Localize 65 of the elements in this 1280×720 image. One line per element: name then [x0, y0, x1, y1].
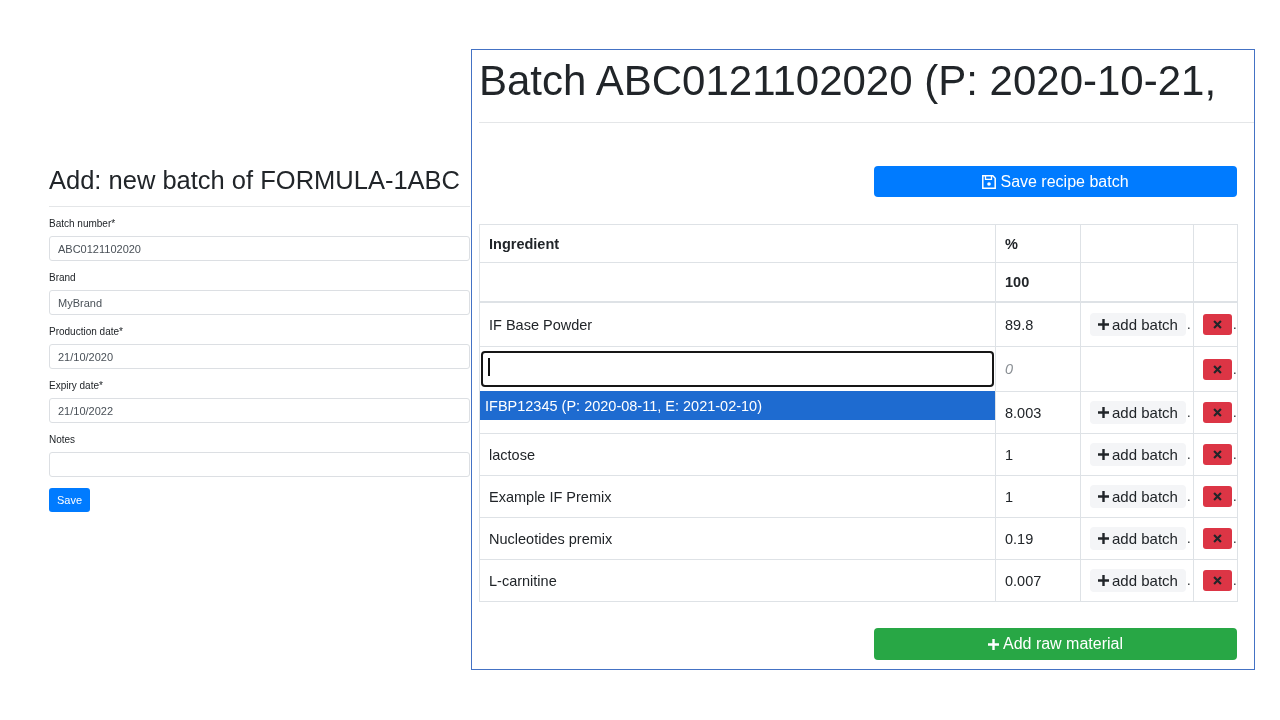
save-button[interactable]: Save [49, 488, 91, 512]
batch-title: Batch ABC0121102020 (P: 2020-10-21, [479, 56, 1218, 106]
save-recipe-batch-button[interactable]: Save recipe batch [874, 166, 1237, 197]
input-field[interactable]: MyBrand [49, 290, 470, 315]
overflow-dot: . [1186, 447, 1191, 462]
overflow-dot: . [1233, 361, 1237, 377]
plus-icon [1098, 449, 1109, 460]
remove-button[interactable] [1203, 358, 1232, 380]
add-batch-button[interactable]: add batch [1090, 569, 1186, 592]
table-cell: 1 [995, 433, 1081, 476]
plus-icon [1098, 575, 1109, 586]
add-batch-button[interactable]: add batch [1090, 527, 1186, 550]
ingredient-search-field[interactable] [481, 350, 994, 387]
column-header: Ingredient [479, 224, 996, 263]
close-icon [1213, 576, 1222, 585]
overflow-dot: . [1186, 573, 1191, 588]
overflow-dot: . [1186, 489, 1191, 504]
close-icon [1213, 450, 1222, 459]
add-batch-button[interactable]: add batch [1090, 485, 1186, 508]
field-label: Batch number* [49, 217, 117, 231]
table-cell: lactose [479, 433, 996, 476]
input-field[interactable]: 21/10/2020 [49, 344, 470, 369]
field-label: Production date* [49, 325, 124, 339]
overflow-dot: . [1233, 405, 1237, 420]
overflow-dot: . [1233, 573, 1237, 588]
field-label: Notes [49, 433, 77, 447]
overflow-dot: . [1186, 405, 1191, 420]
overflow-dot: . [1186, 317, 1191, 332]
table-cell: L-carnitine [479, 559, 996, 602]
close-icon [1213, 408, 1222, 417]
form-title: Add: new batch of FORMULA-1ABC [49, 165, 461, 196]
table-cell: Nucleotides premix [479, 517, 996, 560]
add-batch-button[interactable]: add batch [1090, 443, 1186, 466]
table-cell: 0.007 [995, 559, 1081, 602]
column-header: % [995, 224, 1081, 263]
input-field[interactable] [49, 452, 470, 477]
text-cursor-icon [488, 358, 490, 376]
close-icon [1213, 534, 1222, 543]
table-cell: 0.19 [995, 517, 1081, 560]
field-label: Expiry date* [49, 379, 104, 393]
close-icon [1213, 320, 1222, 329]
plus-icon [1098, 407, 1109, 418]
table-cell: 8.003 [995, 391, 1081, 434]
plus-icon [1098, 491, 1109, 502]
table-cell: Example IF Premix [479, 475, 996, 518]
input-field[interactable]: ABC0121102020 [49, 236, 470, 261]
total-cell: 100 [995, 262, 1081, 302]
add-batch-button[interactable]: add batch [1090, 401, 1186, 424]
overflow-dot: . [1233, 489, 1237, 504]
plus-icon [1098, 533, 1109, 544]
close-icon [1213, 364, 1222, 374]
suggestion-option[interactable]: IFBP12345 (P: 2020-08-11, E: 2021-02-10) [480, 391, 995, 420]
close-icon [1213, 492, 1222, 501]
field-label: Brand [49, 271, 77, 285]
table-cell: 1 [995, 475, 1081, 518]
input-field[interactable]: 21/10/2022 [49, 398, 470, 423]
overflow-dot: . [1233, 447, 1237, 462]
overflow-dot: . [1186, 531, 1191, 546]
table-cell: IF Base Powder [479, 302, 996, 347]
plus-icon [987, 638, 999, 650]
overflow-dot: . [1233, 531, 1237, 546]
plus-icon [1098, 319, 1109, 330]
table-cell: 89.8 [995, 302, 1081, 347]
add-batch-button[interactable]: add batch [1090, 313, 1186, 336]
overflow-dot: . [1233, 317, 1237, 332]
